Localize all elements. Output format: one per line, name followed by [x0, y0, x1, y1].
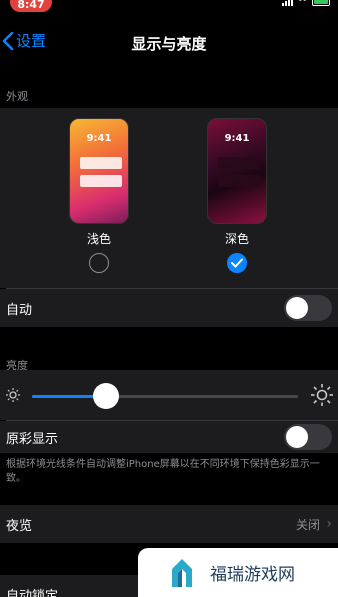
- chevron-left-icon: [2, 31, 14, 50]
- appearance-section-header: 外观: [6, 90, 28, 103]
- night-shift-row[interactable]: 夜览 关闭 ›: [0, 505, 338, 543]
- auto-appearance-label: 自动: [6, 302, 33, 318]
- status-icons: [282, 0, 330, 6]
- dark-mode-preview: 9:41: [207, 118, 267, 224]
- dark-mode-label: 深色: [224, 232, 249, 246]
- night-shift-value: 关闭: [295, 517, 320, 532]
- cellular-signal-icon: [282, 0, 293, 6]
- auto-lock-label: 自动锁定: [6, 588, 59, 597]
- true-tone-footnote: 根据环境光线条件自动调整iPhone屏幕以在不同环境下保持色彩显示一致。: [6, 459, 320, 484]
- light-mode-preview: 9:41: [69, 118, 129, 224]
- page-title: 显示与亮度: [131, 34, 207, 53]
- light-mode-label: 浅色: [86, 232, 111, 246]
- true-tone-label: 原彩显示: [6, 431, 59, 447]
- navigation-bar: 设置 显示与亮度: [0, 26, 338, 60]
- dark-preview-clock: 9:41: [224, 133, 250, 144]
- back-button[interactable]: 设置: [2, 30, 46, 51]
- light-mode-radio[interactable]: [89, 253, 109, 273]
- dark-mode-option[interactable]: 9:41 深色: [207, 118, 267, 273]
- light-mode-option[interactable]: 9:41 浅色: [69, 118, 129, 273]
- night-shift-label: 夜览: [6, 518, 33, 534]
- true-tone-toggle[interactable]: [284, 424, 332, 450]
- checkmark-icon: [231, 258, 243, 268]
- chevron-right-icon: ›: [326, 516, 332, 532]
- light-preview-widget: [80, 157, 122, 169]
- toggle-knob: [286, 426, 308, 448]
- back-button-label: 设置: [16, 32, 47, 50]
- auto-appearance-toggle[interactable]: [284, 295, 332, 321]
- toggle-knob: [286, 297, 308, 319]
- dark-preview-widget: [218, 175, 260, 187]
- dark-mode-radio[interactable]: [227, 253, 247, 273]
- watermark: 福瑞游戏网: [138, 548, 338, 597]
- status-time: 8:47: [10, 0, 52, 12]
- light-preview-widget: [80, 175, 122, 187]
- sun-small-icon: [6, 388, 20, 402]
- dark-preview-widget: [218, 157, 260, 169]
- auto-appearance-row: 自动: [0, 289, 338, 327]
- appearance-group: 9:41 浅色 9:41 深色: [0, 108, 338, 288]
- brightness-group: [0, 370, 338, 420]
- sun-large-icon: [311, 384, 333, 406]
- true-tone-row: 原彩显示: [0, 421, 338, 453]
- battery-icon: [312, 0, 330, 6]
- brightness-slider-thumb[interactable]: [93, 383, 120, 409]
- watermark-logo-icon: [172, 558, 192, 587]
- watermark-text: 福瑞游戏网: [210, 565, 295, 585]
- wifi-icon: [297, 0, 308, 6]
- light-preview-clock: 9:41: [86, 133, 112, 144]
- brightness-slider-track[interactable]: [32, 395, 298, 398]
- status-bar: 8:47: [0, 0, 338, 14]
